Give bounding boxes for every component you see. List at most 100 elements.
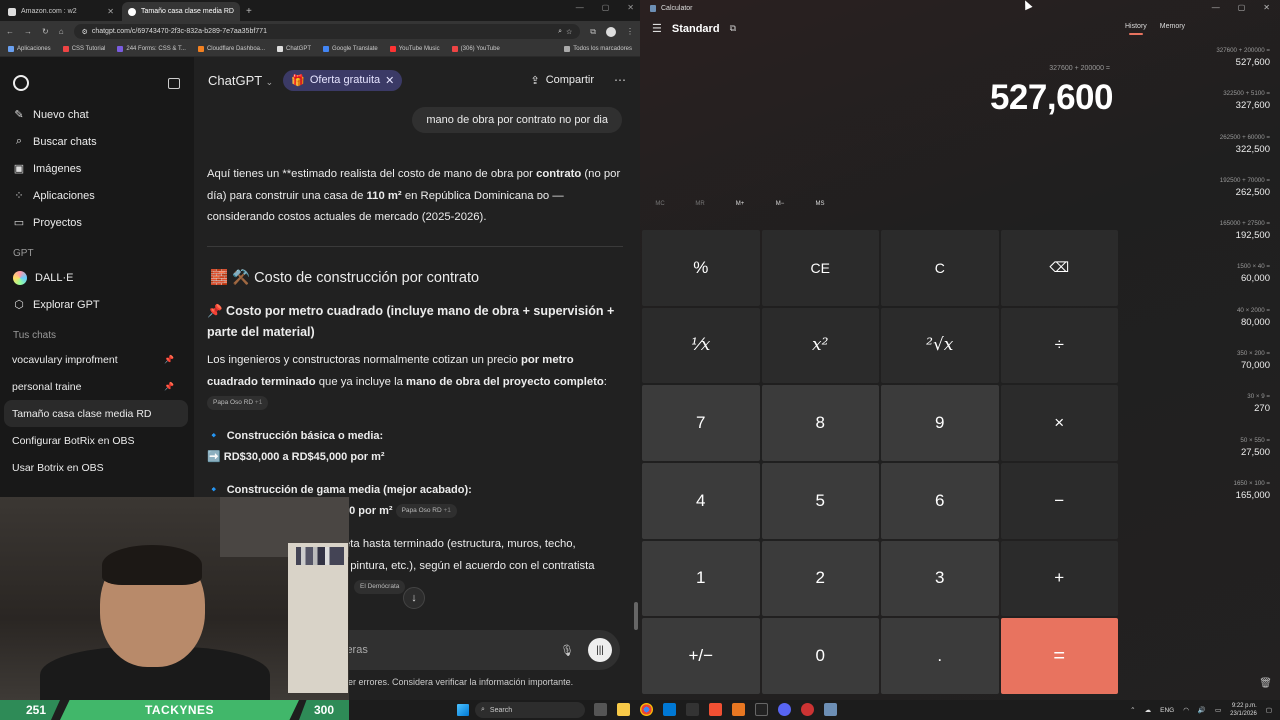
reciprocal-button[interactable]: ¹⁄x xyxy=(642,307,760,384)
sidebar-item-explore-gpt[interactable]: ⬡ Explorar GPT xyxy=(0,291,194,318)
terminal-icon[interactable] xyxy=(755,703,768,716)
history-item[interactable]: 350 × 200 = 70,000 xyxy=(1130,350,1270,391)
git-icon[interactable] xyxy=(709,703,722,716)
menu-icon[interactable]: ⋮ xyxy=(626,27,634,36)
obs-icon[interactable] xyxy=(686,703,699,716)
backspace-button[interactable]: ⌫ xyxy=(1000,230,1118,306)
sidebar-item-apps[interactable]: ⁘ Aplicaciones xyxy=(0,182,194,209)
volume-icon[interactable]: 🔊 xyxy=(1198,706,1206,714)
task-view-icon[interactable] xyxy=(594,703,607,716)
history-item[interactable]: 50 × 550 = 27,500 xyxy=(1130,437,1270,478)
bookmark-item[interactable]: Cloudflare Dashboa... xyxy=(197,46,265,52)
keep-on-top-icon[interactable]: ⧉ xyxy=(730,23,736,34)
site-info-icon[interactable]: ⚙ xyxy=(82,28,88,36)
bookmark-item[interactable]: 244 Forms: CSS & T... xyxy=(117,46,186,52)
digit-1-button[interactable]: 1 xyxy=(642,540,760,617)
bookmark-item[interactable]: CSS Tutorial xyxy=(62,46,105,52)
minimize-icon[interactable]: — xyxy=(576,3,584,12)
subtract-button[interactable]: − xyxy=(1000,462,1118,539)
vscode-icon[interactable] xyxy=(663,703,676,716)
model-selector[interactable]: ChatGPT ⌄ xyxy=(208,73,273,88)
digit-7-button[interactable]: 7 xyxy=(642,385,760,461)
forward-icon[interactable]: → xyxy=(24,27,32,36)
language-indicator[interactable]: ENG xyxy=(1160,707,1174,714)
trash-icon[interactable]: 🗑 xyxy=(1259,678,1272,689)
memory-add-button[interactable]: M+ xyxy=(720,201,760,207)
equals-button[interactable]: = xyxy=(1000,618,1118,694)
digit-9-button[interactable]: 9 xyxy=(881,385,999,461)
memory-subtract-button[interactable]: M− xyxy=(760,201,800,207)
app-icon[interactable] xyxy=(801,703,814,716)
zoom-icon[interactable]: ⌕ xyxy=(558,28,562,36)
more-options-icon[interactable]: ⋯ xyxy=(614,73,626,87)
start-button[interactable] xyxy=(457,704,469,716)
battery-icon[interactable]: ▭ xyxy=(1215,706,1221,714)
taskbar-search[interactable]: ⌕ Search xyxy=(475,702,585,718)
history-item[interactable]: 322500 + 5100 = 327,600 xyxy=(1130,90,1270,131)
close-tab-icon[interactable]: ✕ xyxy=(239,7,240,16)
scroll-down-button[interactable]: ↓ xyxy=(403,587,425,609)
message-composer[interactable]: ieras 🎙 ||| xyxy=(314,630,620,670)
digit-4-button[interactable]: 4 xyxy=(642,462,760,539)
openai-logo-icon[interactable] xyxy=(13,75,29,91)
history-item[interactable]: 40 × 2000 = 80,000 xyxy=(1130,307,1270,348)
wifi-icon[interactable]: ◠ xyxy=(1183,706,1189,714)
square-root-button[interactable]: ²√x xyxy=(881,307,999,384)
url-field[interactable]: ⚙ chatgpt.com/c/69743470-2f3c-832a-b289-… xyxy=(73,24,581,39)
tab-memory[interactable]: Memory xyxy=(1160,23,1185,30)
chat-item-active[interactable]: Tamaño casa clase media RD xyxy=(4,400,188,427)
decimal-button[interactable]: . xyxy=(881,618,999,694)
reload-icon[interactable]: ↻ xyxy=(42,27,49,36)
calculator-taskbar-icon[interactable] xyxy=(824,703,837,716)
percent-button[interactable]: % xyxy=(642,230,760,306)
sidebar-toggle-icon[interactable] xyxy=(168,77,180,89)
microphone-icon[interactable]: 🎙 xyxy=(560,644,574,657)
square-button[interactable]: x² xyxy=(761,307,879,384)
history-item[interactable]: 262500 + 60000 = 322,500 xyxy=(1130,134,1270,175)
digit-0-button[interactable]: 0 xyxy=(761,618,879,694)
back-icon[interactable]: ← xyxy=(6,27,14,36)
history-item[interactable]: 30 × 9 = 270 xyxy=(1130,393,1270,434)
sidebar-item-search[interactable]: ⌕ Buscar chats xyxy=(0,128,194,155)
chat-item[interactable]: vocavulary improfment 📌 xyxy=(0,346,188,373)
digit-3-button[interactable]: 3 xyxy=(881,540,999,617)
bookmark-item[interactable]: YouTube Music xyxy=(389,46,440,52)
citation-chip[interactable]: El Demócrata xyxy=(354,580,406,595)
maximize-icon[interactable]: ▢ xyxy=(1238,3,1246,12)
tab-history[interactable]: History xyxy=(1125,23,1147,35)
extensions-icon[interactable]: ⧉ xyxy=(590,27,596,37)
chrome-icon[interactable] xyxy=(640,703,653,716)
citation-chip[interactable]: Papa Oso RD +1 xyxy=(207,396,269,411)
chat-item[interactable]: personal traine 📌 xyxy=(0,373,188,400)
digit-8-button[interactable]: 8 xyxy=(761,385,879,461)
memory-store-button[interactable]: MS xyxy=(800,201,840,207)
network-icon[interactable]: ☁ xyxy=(1145,706,1152,714)
chat-item[interactable]: Configurar BotRix en OBS xyxy=(0,427,188,454)
file-explorer-icon[interactable] xyxy=(617,703,630,716)
digit-2-button[interactable]: 2 xyxy=(761,540,879,617)
tab-chatgpt[interactable]: Tamaño casa clase media RD ✕ xyxy=(122,2,240,21)
clear-button[interactable]: C xyxy=(881,230,999,306)
sidebar-item-dalle[interactable]: DALL·E xyxy=(0,264,194,291)
discord-icon[interactable] xyxy=(778,703,791,716)
bookmark-item-all[interactable]: Todos los marcadores xyxy=(564,46,632,52)
scrollbar[interactable] xyxy=(634,602,638,630)
bookmark-item[interactable]: (306) YouTube xyxy=(451,46,500,52)
new-tab-button[interactable]: + xyxy=(246,2,252,21)
profile-avatar[interactable] xyxy=(606,26,616,37)
tray-expand-icon[interactable]: ⌃ xyxy=(1130,706,1135,714)
bookmark-star-icon[interactable]: ☆ xyxy=(566,28,572,36)
hamburger-menu-icon[interactable]: ☰ xyxy=(652,22,662,35)
history-item[interactable]: 327600 + 200000 = 527,600 xyxy=(1130,47,1270,88)
citation-chip[interactable]: Papa Oso RD +1 xyxy=(395,504,457,519)
maximize-icon[interactable]: ▢ xyxy=(602,3,610,12)
close-icon[interactable]: ✕ xyxy=(627,3,634,12)
history-item[interactable]: 165000 + 27500 = 192,500 xyxy=(1130,220,1270,261)
divide-button[interactable]: ÷ xyxy=(1000,307,1118,384)
bookmark-item[interactable]: Aplicaciones xyxy=(8,46,51,52)
free-offer-badge[interactable]: 🎁 Oferta gratuita ✕ xyxy=(283,69,403,91)
sidebar-item-images[interactable]: ▣ Imágenes xyxy=(0,155,194,182)
bookmark-item[interactable]: ChatGPT xyxy=(277,46,311,52)
share-button[interactable]: ⇪ Compartir ⋯ xyxy=(530,73,626,87)
digit-5-button[interactable]: 5 xyxy=(761,462,879,539)
